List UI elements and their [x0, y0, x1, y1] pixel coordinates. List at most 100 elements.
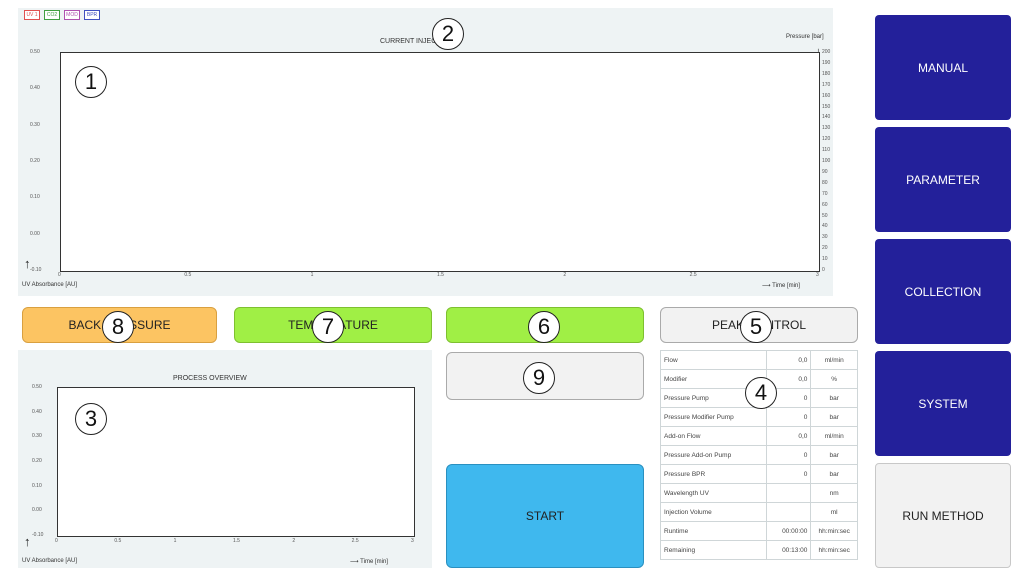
y-tick-label: 0.00	[32, 507, 42, 514]
x-tick-label: 3	[411, 538, 414, 544]
x-tick-label: 2	[292, 538, 296, 544]
status-row: Add-on Flow 0,0 ml/min	[660, 426, 858, 446]
y-tick-label: 0.10	[30, 194, 40, 201]
callout-marker: 8	[102, 311, 134, 343]
pressure-tick-label: 70	[822, 190, 828, 197]
y-tick-label: 0.50	[32, 384, 42, 390]
arrow-up-icon: ↑	[24, 256, 31, 271]
callout-label: 7	[321, 314, 335, 339]
run-method-label: RUN METHOD	[902, 508, 984, 523]
callout-marker: 2	[432, 18, 464, 50]
pressure-tick-label: 170	[822, 81, 831, 88]
status-name: Remaining	[660, 540, 767, 560]
arrow-up-icon: ↑	[24, 534, 31, 549]
y-tick-label: -0.10	[30, 267, 42, 273]
run-method-button[interactable]: RUN METHOD	[875, 463, 1011, 568]
pressure-tick-label: 30	[822, 234, 828, 241]
callout-label: 3	[84, 406, 98, 431]
legend-item[interactable]: CO2	[44, 10, 60, 20]
status-unit: ml/min	[810, 426, 858, 446]
y-tick-label: 0.40	[32, 408, 42, 415]
callout-marker: 1	[75, 66, 107, 98]
y-tick-label: -0.10	[32, 532, 44, 538]
manual-button[interactable]: MANUAL	[875, 15, 1011, 120]
y-tick-label: 0.50	[30, 49, 40, 55]
callout-label: 4	[754, 380, 768, 405]
x-tick-label: 3	[816, 272, 819, 278]
status-name: Add-on Flow	[660, 426, 767, 446]
pressure-tick-label: 80	[822, 179, 828, 186]
x-tick-label: 0.5	[184, 272, 192, 278]
pressure-tick-label: 10	[822, 256, 828, 263]
status-value	[765, 502, 812, 522]
collection-label: COLLECTION	[904, 284, 982, 299]
callout-marker: 4	[745, 377, 777, 409]
status-row: Wavelength UV nm	[660, 483, 858, 503]
start-button[interactable]: START	[446, 464, 644, 568]
callout-label: 6	[537, 314, 551, 339]
collection-button[interactable]: COLLECTION	[875, 239, 1011, 344]
callout-marker: 5	[740, 311, 772, 343]
pressure-tick-label: 150	[822, 103, 831, 110]
y-tick-label: 0.10	[32, 482, 42, 489]
status-name: Runtime	[660, 521, 767, 541]
manual-label: MANUAL	[917, 60, 968, 75]
status-value: 00:00:00	[765, 521, 812, 541]
start-label: START	[525, 509, 565, 523]
pressure-tick-label: 140	[822, 114, 831, 121]
x-tick-label: 2.5	[689, 272, 697, 278]
status-value: 0	[765, 407, 812, 427]
status-value: 0	[765, 445, 812, 465]
x-tick-label: 0	[58, 272, 61, 278]
y-tick-label: 0.20	[30, 158, 40, 164]
status-unit: hh:min:sec	[810, 521, 858, 541]
pressure-tick-label: 40	[822, 223, 828, 230]
pressure-tick-label: 20	[822, 245, 828, 252]
legend-item[interactable]: MOD	[64, 10, 80, 20]
pressure-tick-label: 200	[822, 49, 831, 55]
x-tick-label: 0.5	[114, 538, 122, 544]
callout-label: 9	[532, 365, 546, 390]
pressure-tick-label: 100	[822, 158, 831, 164]
status-unit: bar	[810, 445, 858, 465]
callout-marker: 3	[75, 403, 107, 435]
status-name: Pressure BPR	[660, 464, 767, 484]
callout-label: 2	[441, 21, 455, 46]
callout-marker: 7	[312, 311, 344, 343]
pressure-tick-label: 110	[822, 147, 830, 154]
process-chart-title: PROCESS OVERVIEW	[173, 375, 247, 382]
pressure-tick-label: 130	[822, 125, 831, 132]
status-unit: bar	[810, 464, 858, 484]
status-value: 0,0	[765, 350, 812, 370]
status-row: Flow 0,0 ml/min	[660, 350, 858, 370]
status-name: Flow	[660, 350, 767, 370]
y-tick-label: 0.30	[30, 121, 40, 128]
x-tick-label: 1	[173, 538, 177, 544]
pressure-tick-label: 180	[822, 70, 831, 77]
legend-item[interactable]: BPR	[84, 10, 100, 20]
status-unit: %	[810, 369, 858, 389]
pressure-tick-label: 0	[822, 267, 825, 273]
x-tick-label: 2	[563, 272, 567, 278]
callout-label: 1	[84, 69, 98, 94]
parameter-button[interactable]: PARAMETER	[875, 127, 1011, 232]
pressure-tick-label: 120	[822, 136, 831, 143]
status-unit: ml	[810, 502, 858, 522]
x-tick-label: 0	[55, 538, 58, 544]
status-unit: hh:min:sec	[810, 540, 858, 560]
process-time-axis-label: ⟶ Time [min]	[350, 559, 388, 565]
status-unit: bar	[810, 388, 858, 408]
status-name: Injection Volume	[660, 502, 767, 522]
y-tick-label: 0.00	[30, 230, 40, 237]
status-value: 0,0	[765, 426, 812, 446]
y-tick-label: 0.30	[32, 433, 42, 440]
status-unit: nm	[810, 483, 858, 503]
callout-label: 8	[111, 314, 125, 339]
pressure-tick-label: 90	[822, 168, 828, 175]
system-button[interactable]: SYSTEM	[875, 351, 1011, 456]
pressure-tick-label: 50	[822, 212, 828, 219]
process-uv-axis-label: UV Absorbance [AU]	[22, 558, 78, 564]
current-chart-plot	[60, 52, 820, 272]
legend-item[interactable]: UV 1	[24, 10, 40, 20]
x-tick-label: 1.5	[233, 538, 240, 544]
